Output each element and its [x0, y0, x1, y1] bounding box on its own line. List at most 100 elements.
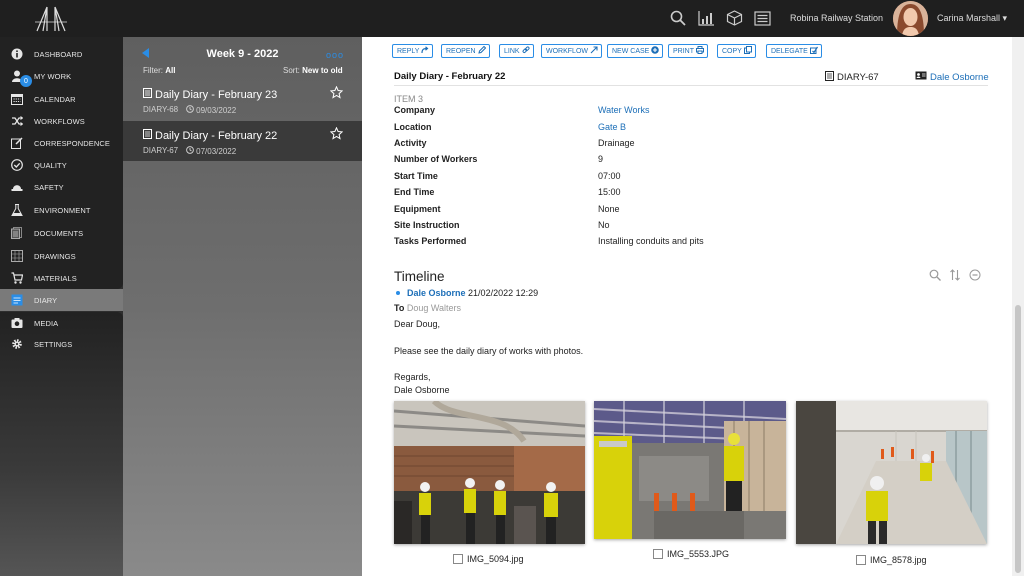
field-label: Activity: [394, 138, 427, 148]
photo-caption[interactable]: IMG_5094.jpg: [453, 552, 524, 566]
box-icon[interactable]: [724, 8, 744, 28]
sidebar-item-environment[interactable]: ENVIRONMENT: [0, 199, 123, 221]
chart-icon[interactable]: [696, 8, 716, 28]
select-checkbox[interactable]: [856, 555, 866, 565]
select-checkbox[interactable]: [653, 549, 663, 559]
workflow-button[interactable]: WORKFLOW: [541, 44, 602, 58]
sidebar-item-diary[interactable]: DIARY: [0, 289, 123, 311]
link-icon: [522, 46, 530, 56]
user-menu[interactable]: Carina Marshall ▾: [937, 13, 1007, 24]
photo-thumbnail[interactable]: [796, 401, 987, 544]
list-icon[interactable]: [752, 8, 772, 28]
scrollbar[interactable]: [1012, 37, 1024, 576]
sidebar-item-media[interactable]: MEDIA: [0, 312, 123, 334]
diary-detail: REPLY REOPEN LINK WORKFLOW NEW CASE PRIN…: [362, 37, 1012, 576]
delegate-icon: [809, 46, 818, 56]
sidebar-item-label: MEDIA: [34, 318, 59, 328]
field-row: Site Instruction No: [394, 220, 988, 236]
page-title: Daily Diary - February 22: [394, 71, 506, 82]
message-greeting: Dear Doug,: [394, 319, 441, 329]
photo-caption[interactable]: IMG_8578.jpg: [856, 553, 927, 567]
timeline-dot: [396, 291, 400, 295]
sidebar-item-documents[interactable]: DOCUMENTS: [0, 222, 123, 244]
copy-button[interactable]: COPY: [717, 44, 756, 58]
hardhat-icon: [11, 181, 23, 193]
sidebar-item-label: CORRESPONDENCE: [34, 138, 110, 148]
camera-icon: [11, 317, 23, 329]
sidebar-item-label: WORKFLOWS: [34, 116, 85, 126]
delegate-button[interactable]: DELEGATE: [766, 44, 822, 58]
list-item-date: 09/03/2022: [196, 105, 237, 115]
sidebar-item-drawings[interactable]: DRAWINGS: [0, 245, 123, 267]
link-button[interactable]: LINK: [499, 44, 534, 58]
search-icon[interactable]: [668, 8, 688, 28]
company-link[interactable]: Water Works: [598, 105, 650, 115]
sidebar-item-my-work[interactable]: MY WORK: [0, 65, 123, 87]
sidebar-item-correspondence[interactable]: CORRESPONDENCE: [0, 132, 123, 154]
author-link[interactable]: Dale Osborne: [407, 288, 466, 298]
star-icon[interactable]: [329, 85, 344, 99]
sort-control[interactable]: Sort: New to old: [283, 66, 343, 75]
select-checkbox[interactable]: [453, 554, 463, 564]
sidebar-item-settings[interactable]: SETTINGS: [0, 333, 123, 355]
list-item[interactable]: Daily Diary - February 23 DIARY-68 09/03…: [123, 80, 362, 120]
list-item-id: DIARY-68: [143, 105, 179, 114]
sidebar-item-label: DOCUMENTS: [34, 228, 84, 238]
list-item[interactable]: Daily Diary - February 22 DIARY-67 07/03…: [123, 121, 362, 161]
scrollbar-thumb[interactable]: [1015, 305, 1021, 573]
location-link[interactable]: Gate B: [598, 122, 626, 132]
field-row: Activity Drainage: [394, 138, 988, 154]
sidebar-item-workflows[interactable]: WORKFLOWS: [0, 110, 123, 132]
photo-filename: IMG_8578.jpg: [870, 555, 927, 565]
print-button[interactable]: PRINT: [668, 44, 708, 58]
filter-control[interactable]: Filter: All: [143, 66, 175, 75]
cart-icon: [11, 272, 23, 284]
sidebar-item-label: QUALITY: [34, 160, 67, 170]
collapse-icon[interactable]: [969, 269, 981, 281]
reply-button[interactable]: REPLY: [392, 44, 434, 58]
pencil-icon: [477, 45, 486, 56]
field-label: Tasks Performed: [394, 236, 467, 246]
search-icon[interactable]: [929, 269, 941, 281]
field-label: Site Instruction: [394, 220, 460, 230]
check-circle-icon: [11, 159, 23, 171]
sort-icon[interactable]: [949, 269, 961, 281]
document-icon: [143, 129, 152, 142]
entry-owner-link[interactable]: Dale Osborne: [915, 71, 989, 83]
field-row: End Time 15:00: [394, 187, 988, 203]
photo-caption[interactable]: IMG_5553.JPG: [653, 547, 729, 561]
field-row: Number of Workers 9: [394, 154, 988, 170]
plus-circle-icon: [651, 46, 660, 56]
field-label: Start Time: [394, 171, 438, 181]
timeline-entry-header: Dale Osborne 21/02/2022 12:29: [407, 288, 538, 298]
app-logo[interactable]: [33, 5, 69, 33]
photo-thumbnail[interactable]: [394, 401, 585, 544]
field-label: Company: [394, 105, 436, 115]
new-case-button[interactable]: NEW CASE: [607, 44, 664, 58]
chevron-down-icon: ▾: [1002, 13, 1008, 23]
entry-id: DIARY-67: [825, 71, 879, 84]
photo-thumbnail[interactable]: [594, 401, 786, 539]
field-value: 9: [598, 154, 604, 164]
sort-value: New to old: [302, 66, 343, 75]
star-icon[interactable]: [329, 126, 344, 140]
timestamp: 21/02/2022 12:29: [468, 288, 539, 298]
field-row: Location Gate B: [394, 122, 988, 138]
message-signature: Dale Osborne: [394, 385, 450, 395]
reopen-button[interactable]: REOPEN: [441, 44, 490, 58]
clock-icon: [186, 146, 195, 156]
photo-filename: IMG_5553.JPG: [667, 549, 730, 559]
sidebar-item-dashboard[interactable]: DASHBOARD: [0, 43, 123, 65]
sidebar-item-quality[interactable]: QUALITY: [0, 154, 123, 176]
sidebar-item-materials[interactable]: MATERIALS: [0, 267, 123, 289]
project-name[interactable]: Robina Railway Station: [790, 13, 883, 23]
avatar[interactable]: [893, 1, 928, 36]
item-label: ITEM 3: [394, 94, 424, 104]
sidebar-item-safety[interactable]: SAFETY: [0, 176, 123, 198]
sidebar-item-calendar[interactable]: CALENDAR: [0, 88, 123, 110]
more-options-icon[interactable]: ooo: [326, 50, 344, 60]
user-name: Carina Marshall: [937, 13, 1001, 23]
notification-badge: 0: [20, 75, 32, 87]
diary-icon: [11, 294, 23, 306]
sidebar: DASHBOARD MY WORK CALENDAR WORKFLOWS COR…: [0, 37, 123, 576]
